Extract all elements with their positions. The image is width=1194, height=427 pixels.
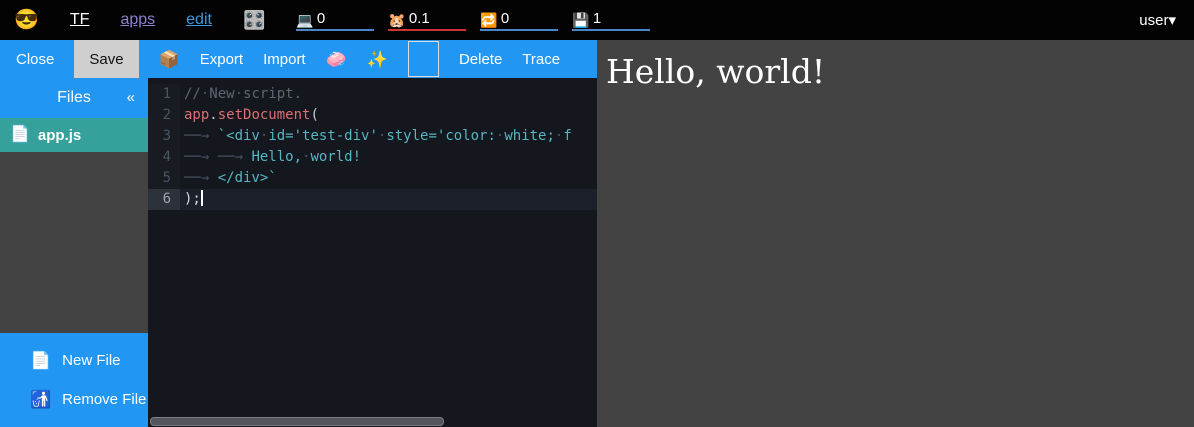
edit-link[interactable]: edit (186, 11, 212, 29)
code-line-4: 4──→ ──→ Hello,·world! (148, 147, 597, 168)
sidebar-actions: 📄 New File 🚮 Remove File (0, 333, 148, 427)
code-line-6: 6); (148, 189, 597, 210)
token: ──→ (218, 149, 252, 165)
token: `<div (218, 128, 260, 144)
memory-metric-value: 0.1 (409, 10, 430, 27)
token: ); (184, 191, 201, 207)
editor-toolbar: Close Save 📦 Export Import 🧼 ✨ Delete Trace (0, 40, 597, 78)
sparkles-icon-button[interactable]: ✨ (367, 51, 388, 68)
files-sidebar: Files « 📄 app.js 📄 New File 🚮 Remove File (0, 78, 148, 427)
tf-home-link[interactable]: TF (70, 11, 90, 29)
control-knobs-icon: 🎛️ (243, 11, 265, 29)
new-file-button-label: New File (62, 352, 120, 369)
remove-file-button[interactable]: 🚮 Remove File (0, 380, 148, 419)
code-content-1[interactable]: //·New·script. (180, 84, 597, 105)
token: id='test-div' (268, 128, 378, 144)
delete-button[interactable]: Delete (459, 51, 502, 68)
collapse-sidebar-button[interactable]: « (127, 89, 135, 106)
save-button[interactable]: Save (74, 40, 138, 78)
token: </div>` (218, 170, 277, 186)
file-list: 📄 app.js (0, 118, 148, 152)
code-content-5[interactable]: ──→ </div>` (180, 168, 597, 189)
remove-file-button-icon: 🚮 (30, 391, 51, 408)
code-line-5: 5──→ </div>` (148, 168, 597, 189)
file-item-appjs[interactable]: 📄 app.js (0, 118, 148, 152)
top-bar: 😎 TFappsedit 🎛️ 💻0🐹0.1🔁0💾1 user▾ (0, 0, 1194, 40)
metrics-group: 💻0🐹0.1🔁0💾1 (296, 10, 650, 31)
token: setDocument (218, 107, 311, 123)
token: script. (243, 86, 302, 102)
token: ──→ (184, 170, 218, 186)
package-icon-button[interactable]: 📦 (159, 51, 180, 68)
user-menu-dropdown[interactable]: user▾ (1139, 11, 1176, 29)
files-title: Files (57, 89, 91, 107)
apps-link[interactable]: apps (120, 11, 155, 29)
storage-metric: 💾1 (572, 10, 650, 31)
horizontal-scrollbar-thumb[interactable] (150, 417, 444, 426)
code-lines: 1//·New·script.2app.setDocument(3──→ `<d… (148, 78, 597, 210)
token: world! (310, 149, 361, 165)
top-links: TF apps edit (70, 11, 212, 29)
code-line-3: 3──→ `<div·id='test-div'·style='color:·w… (148, 126, 597, 147)
hamster-icon: 🐹 (388, 13, 405, 27)
line-number-2: 2 (148, 105, 180, 126)
blank-button[interactable] (408, 41, 439, 77)
remove-file-button-label: Remove File (62, 391, 146, 408)
sunglasses-face-icon: 😎 (14, 10, 39, 30)
cpu-metric: 💻0 (296, 10, 374, 31)
floppy-icon: 💾 (572, 13, 589, 27)
sidebar-filler (0, 152, 148, 333)
token: · (235, 86, 243, 102)
document-icon: 📄 (10, 127, 30, 143)
token: white; (504, 128, 555, 144)
token: New (209, 86, 234, 102)
token: style='color: (386, 128, 496, 144)
token: ( (310, 107, 318, 123)
storage-metric-value: 1 (593, 10, 601, 27)
cpu-metric-value: 0 (317, 10, 325, 27)
line-number-5: 5 (148, 168, 180, 189)
token: f (563, 128, 571, 144)
line-number-4: 4 (148, 147, 180, 168)
token: // (184, 86, 201, 102)
soap-icon-button[interactable]: 🧼 (326, 51, 347, 68)
trace-button[interactable]: Trace (522, 51, 560, 68)
token: ──→ (184, 128, 218, 144)
token: Hello, (251, 149, 302, 165)
text-cursor (201, 190, 203, 206)
token: . (209, 107, 217, 123)
repeat-icon: 🔁 (480, 13, 497, 27)
code-line-2: 2app.setDocument( (148, 105, 597, 126)
code-content-6[interactable]: ); (180, 189, 597, 210)
code-content-2[interactable]: app.setDocument( (180, 105, 597, 126)
file-item-appjs-label: app.js (38, 127, 81, 144)
sync-metric-value: 0 (501, 10, 509, 27)
code-line-1: 1//·New·script. (148, 84, 597, 105)
export-button[interactable]: Export (200, 51, 243, 68)
memory-metric: 🐹 0.1 (388, 10, 466, 31)
app-preview-panel: Hello, world! (597, 40, 1194, 427)
sync-metric: 🔁0 (480, 10, 558, 31)
code-content-3[interactable]: ──→ `<div·id='test-div'·style='color:·wh… (180, 126, 597, 147)
token: ──→ (184, 149, 218, 165)
line-number-6: 6 (148, 189, 180, 210)
new-file-button[interactable]: 📄 New File (0, 341, 148, 380)
code-content-4[interactable]: ──→ ──→ Hello,·world! (180, 147, 597, 168)
code-editor[interactable]: 1//·New·script.2app.setDocument(3──→ `<d… (148, 78, 597, 427)
import-button[interactable]: Import (263, 51, 306, 68)
preview-hello-text: Hello, world! (606, 52, 1194, 91)
line-number-3: 3 (148, 126, 180, 147)
laptop-icon: 💻 (296, 13, 313, 27)
line-number-1: 1 (148, 84, 180, 105)
new-file-button-icon: 📄 (30, 352, 51, 369)
top-bar-left: 😎 TFappsedit 🎛️ 💻0🐹0.1🔁0💾1 (14, 10, 650, 31)
token: app (184, 107, 209, 123)
files-header: Files « (0, 78, 148, 118)
close-button[interactable]: Close (16, 51, 54, 68)
